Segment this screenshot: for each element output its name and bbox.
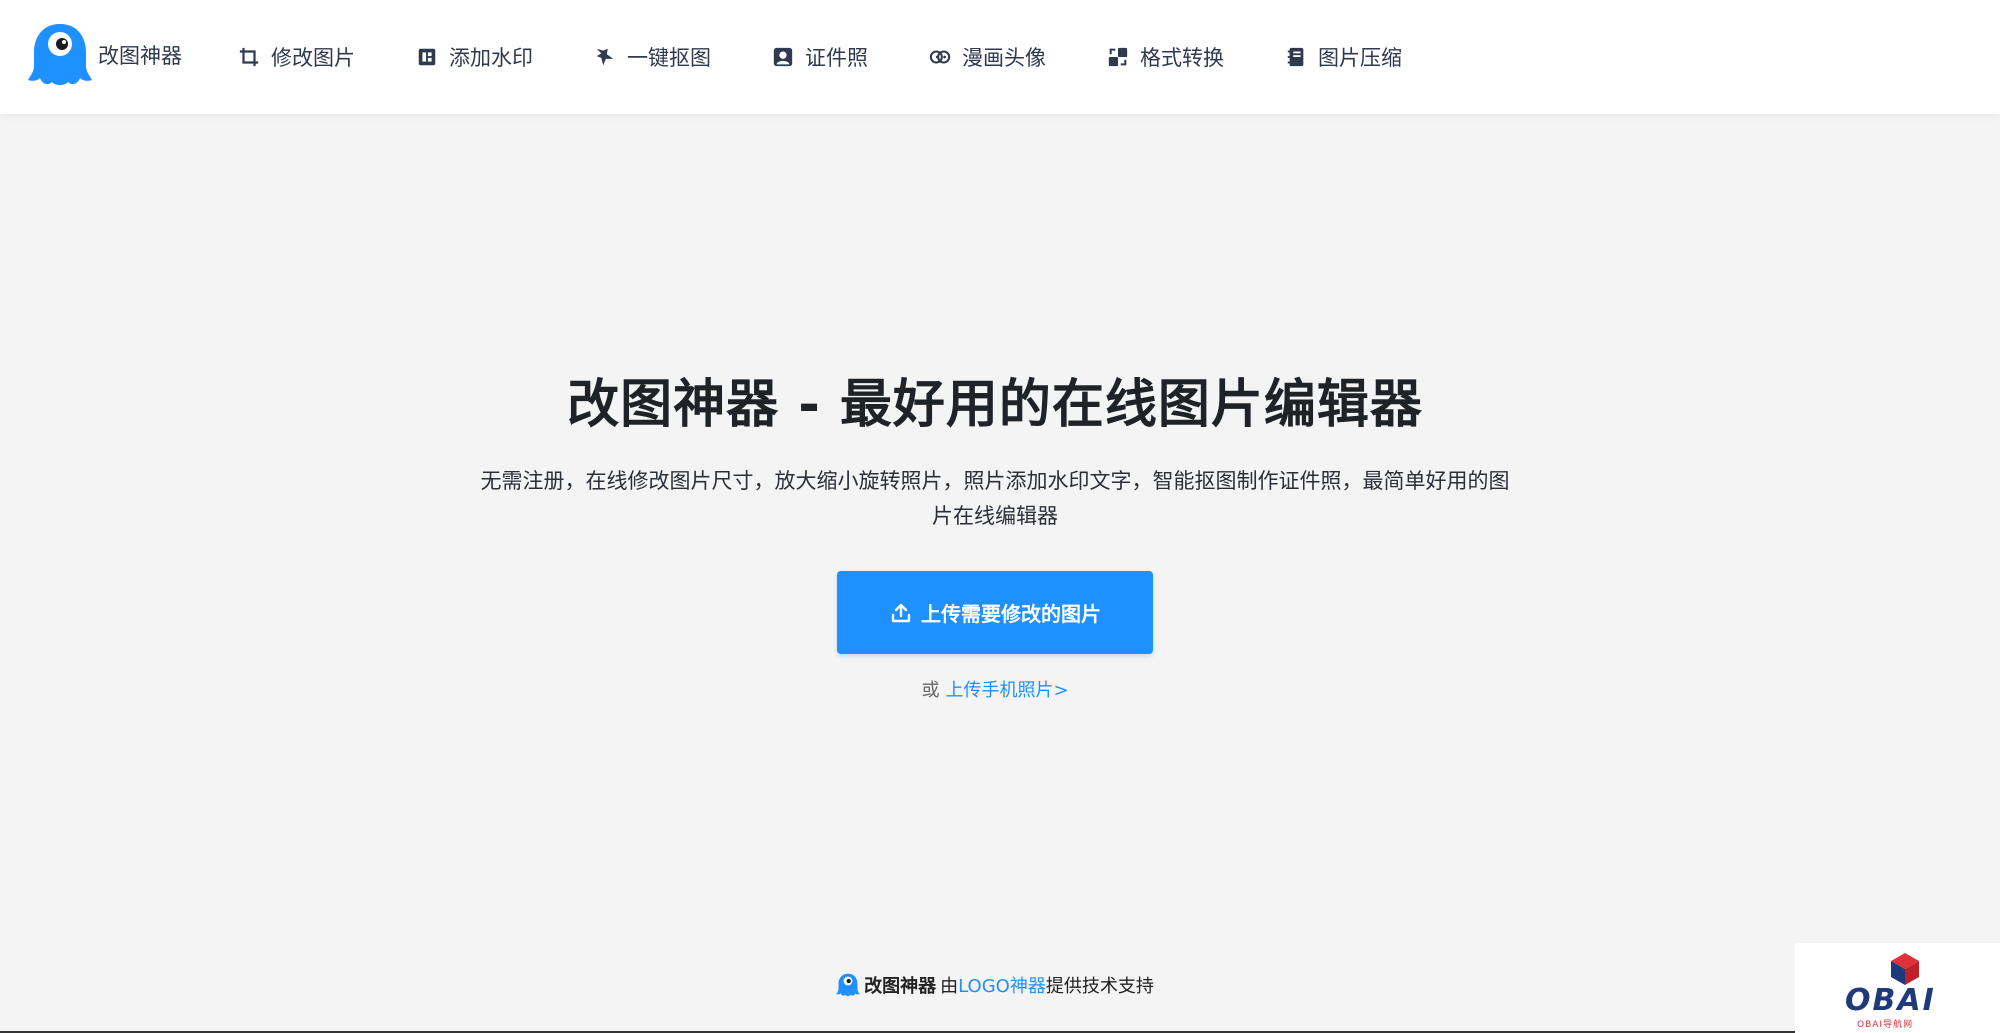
nav-item-id-photo[interactable]: 证件照 xyxy=(772,42,868,72)
upload-button-label: 上传需要修改的图片 xyxy=(921,602,1101,626)
brand-name: 改图神器 xyxy=(98,44,182,68)
magic-icon xyxy=(596,48,614,66)
nav-label: 添加水印 xyxy=(449,46,533,70)
nav-label: 证件照 xyxy=(805,46,868,70)
top-navbar: 改图神器 修改图片 添加水印 一键抠图 证件照 漫画头像 格式转换 图片压缩 xyxy=(0,0,2000,114)
nav-item-edit-image[interactable]: 修改图片 xyxy=(238,42,355,72)
page-description: 无需注册，在线修改图片尺寸，放大缩小旋转照片，照片添加水印文字，智能抠图制作证件… xyxy=(480,469,1510,528)
upload-image-button[interactable]: 上传需要修改的图片 xyxy=(837,571,1153,654)
alt-upload: 或上传手机照片> xyxy=(0,676,1990,702)
watermark-badge: OBAI OBAI导航网 xyxy=(1795,943,2000,1033)
nav-label: 一键抠图 xyxy=(627,46,711,70)
nav-label: 图片压缩 xyxy=(1318,46,1402,70)
id-photo-icon xyxy=(773,47,793,67)
footer-brand: 改图神器 xyxy=(864,976,937,997)
ghost-logo-icon xyxy=(836,973,860,996)
crop-icon xyxy=(239,47,259,67)
convert-icon xyxy=(1108,47,1128,67)
nav-item-cartoon-avatar[interactable]: 漫画头像 xyxy=(929,42,1046,72)
upload-phone-photo-link[interactable]: 上传手机照片> xyxy=(945,680,1068,701)
hero-section: 改图神器 - 最好用的在线图片编辑器 无需注册，在线修改图片尺寸，放大缩小旋转照… xyxy=(0,370,1990,702)
alt-upload-prefix: 或 xyxy=(921,680,940,701)
nav-item-compress[interactable]: 图片压缩 xyxy=(1285,42,1402,72)
cube-logo-icon xyxy=(1891,953,1919,985)
upload-icon xyxy=(891,603,911,622)
main-nav: 修改图片 添加水印 一键抠图 证件照 漫画头像 格式转换 图片压缩 xyxy=(238,0,1463,114)
nav-label: 修改图片 xyxy=(271,46,355,70)
logo-shenqi-link[interactable]: LOGO神器 xyxy=(958,972,1046,998)
cartoon-icon xyxy=(929,50,951,64)
nav-label: 漫画头像 xyxy=(962,46,1046,70)
page-title: 改图神器 - 最好用的在线图片编辑器 xyxy=(567,375,1423,435)
watermark-text: OBAI xyxy=(1845,983,1936,1018)
watermark-subtext: OBAI导航网 xyxy=(1857,1020,1914,1030)
watermark-icon xyxy=(418,48,436,66)
nav-label: 格式转换 xyxy=(1140,46,1224,70)
compress-icon xyxy=(1287,47,1304,67)
footer: 改图神器 由 LOGO神器 提供技术支持 xyxy=(0,972,1990,998)
footer-by: 由 xyxy=(940,976,959,997)
nav-item-format-convert[interactable]: 格式转换 xyxy=(1107,42,1224,72)
nav-item-watermark[interactable]: 添加水印 xyxy=(416,42,533,72)
brand[interactable]: 改图神器 xyxy=(28,22,182,88)
footer-suffix: 提供技术支持 xyxy=(1045,976,1154,997)
ghost-logo-icon xyxy=(28,24,92,85)
nav-item-cutout[interactable]: 一键抠图 xyxy=(594,42,711,72)
